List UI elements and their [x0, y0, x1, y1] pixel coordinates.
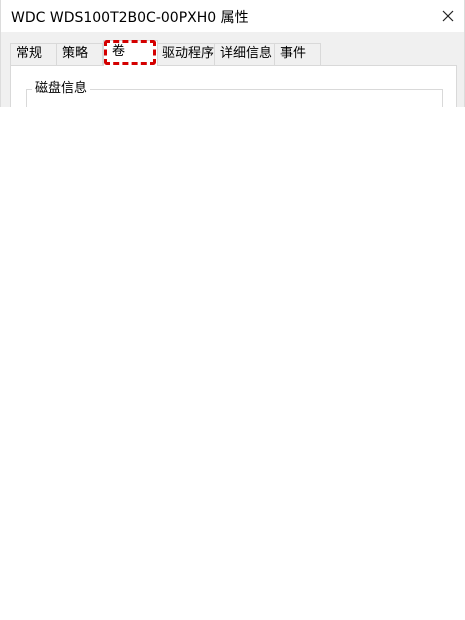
- tab-events[interactable]: 事件: [274, 43, 321, 65]
- tab-volumes-label: 卷: [112, 44, 126, 59]
- tab-volumes[interactable]: 卷: [103, 40, 158, 66]
- tab-driver[interactable]: 驱动程序: [156, 43, 215, 65]
- title-bar: WDC WDS100T2B0C-00PXH0 属性: [1, 0, 464, 32]
- tab-driver-label: 驱动程序: [162, 46, 215, 61]
- tab-details[interactable]: 详细信息: [214, 43, 275, 65]
- page: WDC WDS100T2B0C-00PXH0 属性 常规 策略 卷 驱动程序 详…: [0, 0, 465, 620]
- tab-policies-label: 策略: [62, 46, 89, 61]
- tab-events-label: 事件: [280, 46, 307, 61]
- close-button[interactable]: [432, 1, 464, 31]
- tab-general[interactable]: 常规: [10, 43, 57, 65]
- tab-strip: 常规 策略 卷 驱动程序 详细信息 事件: [1, 32, 464, 66]
- tab-details-label: 详细信息: [220, 46, 273, 61]
- tab-policies[interactable]: 策略: [56, 43, 103, 65]
- tab-general-label: 常规: [16, 46, 43, 61]
- close-icon: [442, 10, 454, 22]
- properties-dialog: WDC WDS100T2B0C-00PXH0 属性 常规 策略 卷 驱动程序 详…: [0, 0, 465, 107]
- volumes-tab-panel: 磁盘信息: [10, 65, 457, 107]
- window-title: WDC WDS100T2B0C-00PXH0 属性: [11, 10, 249, 26]
- disk-info-group-label: 磁盘信息: [32, 80, 91, 98]
